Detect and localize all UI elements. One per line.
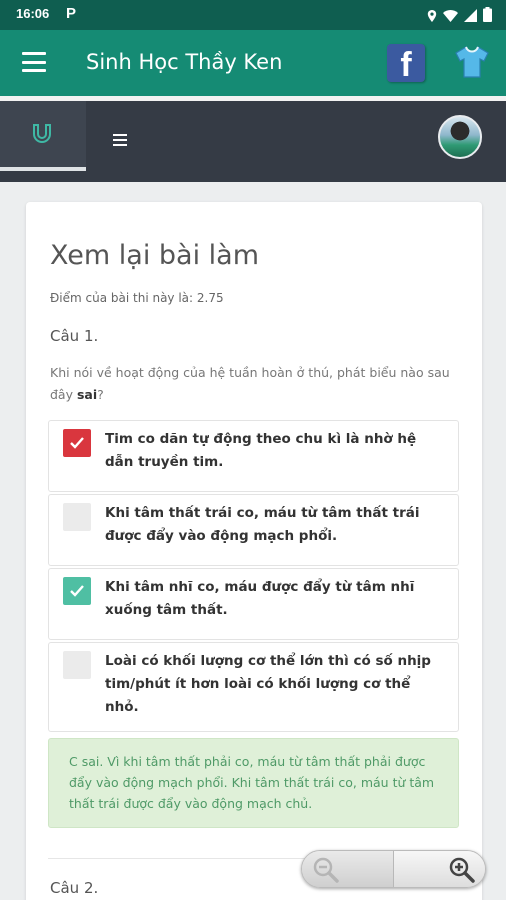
app-bar: Sinh Học Thầy Ken f <box>0 30 506 96</box>
avatar[interactable] <box>438 115 482 159</box>
magnet-u-icon <box>31 123 53 149</box>
shirt-icon[interactable] <box>454 44 490 84</box>
answer-option-d[interactable]: Loài có khối lượng cơ thể lớn thì có số … <box>48 642 459 732</box>
list-icon[interactable] <box>113 134 127 146</box>
checkbox-empty[interactable] <box>63 503 91 531</box>
zoom-out-icon <box>313 857 339 883</box>
review-card: Xem lại bài làm Điểm của bài thi này là:… <box>26 202 482 900</box>
zoom-control <box>301 850 486 888</box>
question-1-text: Khi nói về hoạt động của hệ tuần hoàn ở … <box>50 365 450 402</box>
question-2-label: Câu 2. <box>50 879 99 897</box>
battery-icon <box>483 7 492 26</box>
status-time: 16:06 <box>16 6 50 21</box>
score-text: Điểm của bài thi này là: 2.75 <box>50 291 224 305</box>
page-title: Xem lại bài làm <box>50 240 260 271</box>
location-icon <box>427 7 437 26</box>
answer-text: Loài có khối lượng cơ thể lớn thì có số … <box>105 653 431 715</box>
zoom-in-icon <box>449 857 475 883</box>
zoom-in-button[interactable] <box>394 851 485 887</box>
answer-option-a[interactable]: Tim co dãn tự động theo chu kì là nhờ hệ… <box>48 420 459 492</box>
answer-option-b[interactable]: Khi tâm thất trái co, máu từ tâm thất tr… <box>48 494 459 566</box>
signal-icon <box>464 7 477 26</box>
checkbox-empty[interactable] <box>63 651 91 679</box>
question-emphasis: sai <box>76 387 98 402</box>
top-nav <box>0 101 506 182</box>
facebook-icon[interactable]: f <box>387 44 425 84</box>
brand-tab[interactable] <box>0 101 86 171</box>
answer-option-c[interactable]: Khi tâm nhĩ co, máu được đẩy từ tâm nhĩ … <box>48 568 459 640</box>
checkbox-correct[interactable] <box>63 577 91 605</box>
wifi-icon <box>443 7 458 26</box>
answer-text: Tim co dãn tự động theo chu kì là nhờ hệ… <box>105 431 417 470</box>
zoom-out-button[interactable] <box>302 851 394 887</box>
status-bar: 16:06 P <box>0 0 506 30</box>
answer-text: Khi tâm thất trái co, máu từ tâm thất tr… <box>105 505 420 544</box>
hamburger-menu-icon[interactable] <box>22 52 46 72</box>
answer-text: Khi tâm nhĩ co, máu được đẩy từ tâm nhĩ … <box>105 579 415 618</box>
app-title: Sinh Học Thầy Ken <box>86 50 283 74</box>
explanation-box: C sai. Vì khi tâm thất phải co, máu từ t… <box>48 738 459 828</box>
checkbox-wrong[interactable] <box>63 429 91 457</box>
system-icons <box>427 7 492 26</box>
question-1-label: Câu 1. <box>50 327 99 345</box>
notification-app-icon: P <box>66 5 77 22</box>
